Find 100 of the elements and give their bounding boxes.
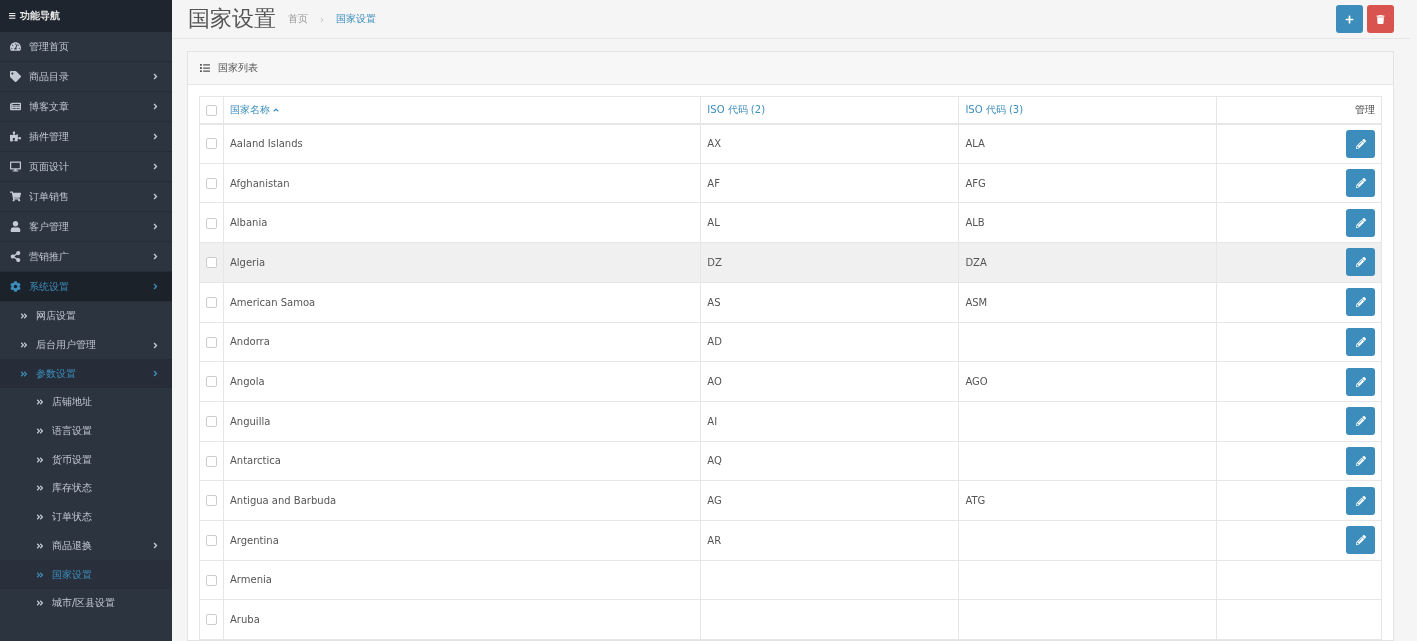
checkbox[interactable] [206,257,217,269]
delete-button[interactable] [1367,5,1394,34]
table-cell: Antigua and Barbuda [223,480,701,521]
pencil-icon [1355,376,1366,387]
checkbox[interactable] [206,535,217,547]
table-cell: AX [700,123,959,164]
sidebar-item[interactable]: 参数设置 [0,359,172,389]
checkbox[interactable] [206,177,217,189]
table-cell: AF [700,163,959,203]
double-chevron-icon [20,312,28,321]
table-cell: ALB [958,202,1217,243]
chevron-icon [151,222,160,231]
table-cell: AR [700,520,959,561]
table-cell: Armenia [223,560,701,600]
edit-button[interactable] [1346,208,1375,237]
edit-button[interactable] [1346,129,1375,158]
checkbox[interactable] [206,455,217,467]
checkbox[interactable] [206,104,217,116]
checkbox[interactable] [206,336,217,348]
double-chevron-icon [36,570,44,579]
chevron-icon [151,340,160,350]
table-cell: ATG [958,480,1217,521]
checkbox[interactable] [206,138,217,150]
column-header[interactable]: 国家名称 [223,96,701,124]
table-cell: Angola [223,361,701,402]
table-cell: ASM [958,282,1217,322]
chevron-icon [151,192,160,201]
pencil-icon [1355,336,1366,347]
sidebar-item[interactable]: 系统设置 [0,272,172,302]
table-row[interactable]: Anguilla AI [199,401,1382,442]
table-row[interactable]: Aruba [199,599,1382,640]
table-row[interactable]: Antarctica AQ [199,441,1382,481]
table-row[interactable]: Aaland Islands AX ALA [199,123,1382,164]
pencil-icon [1355,495,1366,506]
chevron-icon [151,102,160,111]
pencil-icon [1355,178,1366,189]
table-row[interactable]: Andorra AD [199,322,1382,362]
table-cell: DZA [958,242,1217,283]
checkbox[interactable] [206,415,217,427]
table-row[interactable]: Angola AO AGO [199,361,1382,402]
table-row[interactable]: Algeria DZ DZA [199,242,1382,283]
chevron-icon [151,72,160,81]
checkbox[interactable] [206,376,217,388]
column-header[interactable]: ISO 代码 (3) [958,96,1217,124]
table-row[interactable]: Armenia [199,560,1382,600]
pencil-icon [1355,217,1366,228]
edit-button[interactable] [1346,367,1375,396]
pencil-icon [1355,416,1366,427]
double-chevron-icon [20,369,28,378]
table-cell: AD [700,322,959,362]
double-chevron-icon [36,541,44,550]
edit-button[interactable] [1346,169,1375,198]
panel-title: 国家列表 [218,61,258,76]
checkbox[interactable] [206,614,217,626]
sidebar-item[interactable]: 国家设置 [0,560,172,589]
table-cell: Afghanistan [223,163,701,203]
edit-button[interactable] [1346,327,1375,356]
edit-button[interactable] [1346,407,1375,436]
checkbox[interactable] [206,495,217,507]
chevron-icon [151,369,160,379]
table-cell: Argentina [223,520,701,561]
table-row[interactable]: Antigua and Barbuda AG ATG [199,480,1382,521]
table-cell: AO [700,361,959,402]
column-header[interactable]: ISO 代码 (2) [700,96,959,124]
breadcrumb-link[interactable]: 国家设置 [336,12,376,27]
table-cell: Algeria [223,242,701,283]
table-cell: Albania [223,202,701,243]
table-cell: Andorra [223,322,701,362]
table-cell: AGO [958,361,1217,402]
sidebar-title: ≡ 功能导航 [0,0,172,32]
pencil-icon [1355,535,1366,546]
chevron-icon [151,132,160,141]
trash-icon [1376,14,1385,24]
edit-button[interactable] [1346,248,1375,277]
table-row[interactable]: Argentina AR [199,520,1382,561]
edit-button[interactable] [1346,486,1375,515]
page-title: 国家设置 [188,5,276,34]
table-cell: AQ [700,441,959,481]
add-button[interactable] [1336,5,1363,34]
list-icon [200,63,210,74]
double-chevron-icon [36,599,44,608]
table-cell: AG [700,480,959,521]
edit-button[interactable] [1346,446,1375,475]
dashboard-icon [10,41,21,52]
chevron-icon [151,282,160,291]
double-chevron-icon [20,341,28,350]
table-row[interactable]: Afghanistan AF AFG [199,163,1382,203]
table-cell: AS [700,282,959,322]
edit-button[interactable] [1346,288,1375,317]
checkbox[interactable] [206,574,217,586]
tag-icon [10,71,21,82]
table-row[interactable]: Albania AL ALB [199,202,1382,243]
checkbox[interactable] [206,296,217,308]
edit-button[interactable] [1346,526,1375,555]
table-cell: DZ [700,242,959,283]
checkbox[interactable] [206,217,217,229]
pencil-icon [1355,455,1366,466]
table-row[interactable]: American Samoa AS ASM [199,282,1382,322]
monitor-icon [10,161,21,172]
table-cell: Aaland Islands [223,123,701,164]
